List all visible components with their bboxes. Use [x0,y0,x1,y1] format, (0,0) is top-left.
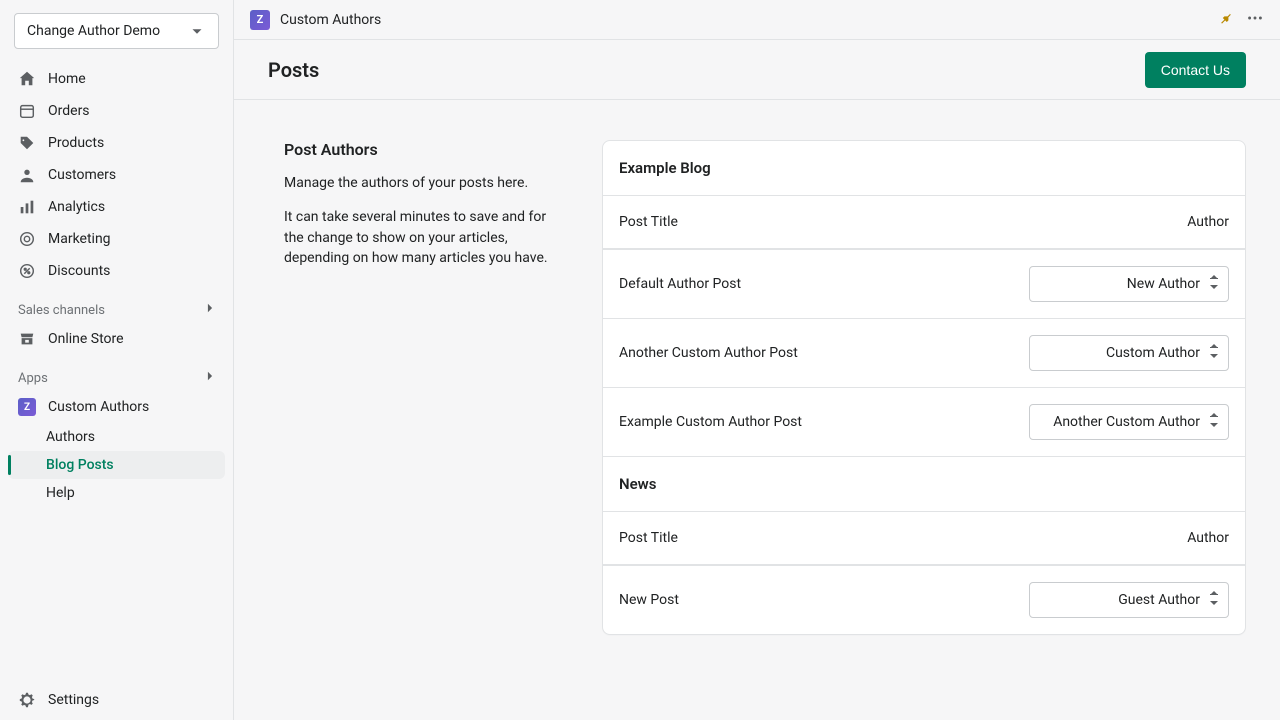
app-badge-icon: Z [250,10,270,30]
col-header-post: Post Title [619,214,1187,230]
post-row: New Post Guest Author [603,565,1245,634]
author-select[interactable]: Custom Author [1029,335,1229,371]
sidebar: Change Author Demo Home Orders Products … [0,0,234,720]
store-icon [18,330,36,348]
topbar: Z Custom Authors [234,0,1280,40]
topbar-title: Custom Authors [280,12,381,28]
author-select[interactable]: New Author [1029,266,1229,302]
column-header-row: Post TitleAuthor [603,195,1245,249]
posts-card: Example BlogPost TitleAuthorDefault Auth… [602,140,1246,635]
discount-icon [18,262,36,280]
gear-icon [18,691,36,709]
col-header-author: Author [1187,530,1229,546]
post-title-cell: Another Custom Author Post [619,345,1017,361]
nav-app-custom-authors[interactable]: Z Custom Authors [0,391,233,423]
author-select-value: Guest Author [1118,592,1200,608]
author-select-value: Custom Author [1106,345,1200,361]
section-apps: Apps [0,355,233,391]
nav-customers[interactable]: Customers [0,159,233,191]
column-header-row: Post TitleAuthor [603,511,1245,565]
blog-section: NewsPost TitleAuthorNew PostGuest Author [603,456,1245,634]
nav-marketing[interactable]: Marketing [0,223,233,255]
nav-online-store[interactable]: Online Store [0,323,233,355]
select-caret-icon [1209,413,1219,431]
post-title-cell: New Post [619,592,1017,608]
author-select-value: New Author [1127,276,1200,292]
chevron-right-icon[interactable] [203,369,217,387]
more-icon[interactable] [1246,9,1264,31]
nav-settings[interactable]: Settings [0,680,233,720]
person-icon [18,166,36,184]
blog-title: Example Blog [603,141,1245,195]
store-switcher[interactable]: Change Author Demo [14,13,219,49]
content: Post Authors Manage the authors of your … [234,100,1280,720]
nav-label: Custom Authors [48,399,149,415]
nav-label: Orders [48,103,90,119]
col-header-post: Post Title [619,530,1187,546]
subnav-help[interactable]: Help [46,479,233,507]
app-icon: Z [18,398,36,416]
home-icon [18,70,36,88]
select-caret-icon [1209,344,1219,362]
section-label: Sales channels [18,303,105,318]
subnav-blog-posts[interactable]: Blog Posts [8,451,225,479]
post-row: Default Author Post New Author [603,249,1245,318]
post-title-cell: Default Author Post [619,276,1017,292]
nav-analytics[interactable]: Analytics [0,191,233,223]
orders-icon [18,102,36,120]
nav-label: Discounts [48,263,110,279]
section-heading: Post Authors [284,140,564,159]
select-caret-icon [1209,591,1219,609]
main: Z Custom Authors Posts Contact Us Post A… [234,0,1280,720]
author-select[interactable]: Guest Author [1029,582,1229,618]
nav-orders[interactable]: Orders [0,95,233,127]
page-header: Posts Contact Us [234,40,1280,100]
target-icon [18,230,36,248]
nav-home[interactable]: Home [0,63,233,95]
nav-label: Home [48,71,86,87]
primary-nav: Home Orders Products Customers Analytics… [0,59,233,287]
nav-products[interactable]: Products [0,127,233,159]
nav-label: Customers [48,167,116,183]
nav-discounts[interactable]: Discounts [0,255,233,287]
select-caret-icon [1209,275,1219,293]
chevron-right-icon[interactable] [203,301,217,319]
nav-label: Marketing [48,231,111,247]
contact-us-button[interactable]: Contact Us [1145,52,1246,88]
analytics-icon [18,198,36,216]
tag-icon [18,134,36,152]
app-subnav: Authors Blog Posts Help [0,423,233,507]
subnav-authors[interactable]: Authors [46,423,233,451]
nav-label: Online Store [48,331,124,347]
section-label: Apps [18,371,48,386]
section-desc-2: It can take several minutes to save and … [284,207,564,268]
section-desc-1: Manage the authors of your posts here. [284,173,564,193]
col-header-author: Author [1187,214,1229,230]
nav-label: Settings [48,692,99,708]
author-select-value: Another Custom Author [1053,414,1200,430]
blog-section: Example BlogPost TitleAuthorDefault Auth… [603,141,1245,456]
nav-label: Analytics [48,199,105,215]
blog-title: News [603,457,1245,511]
post-title-cell: Example Custom Author Post [619,414,1017,430]
caret-down-icon [188,22,206,40]
post-row: Another Custom Author Post Custom Author [603,318,1245,387]
page-title: Posts [268,58,319,82]
nav-label: Products [48,135,104,151]
section-sales-channels: Sales channels [0,287,233,323]
pin-icon[interactable] [1218,10,1234,30]
post-row: Example Custom Author Post Another Custom… [603,387,1245,456]
author-select[interactable]: Another Custom Author [1029,404,1229,440]
store-switcher-label: Change Author Demo [27,23,188,39]
